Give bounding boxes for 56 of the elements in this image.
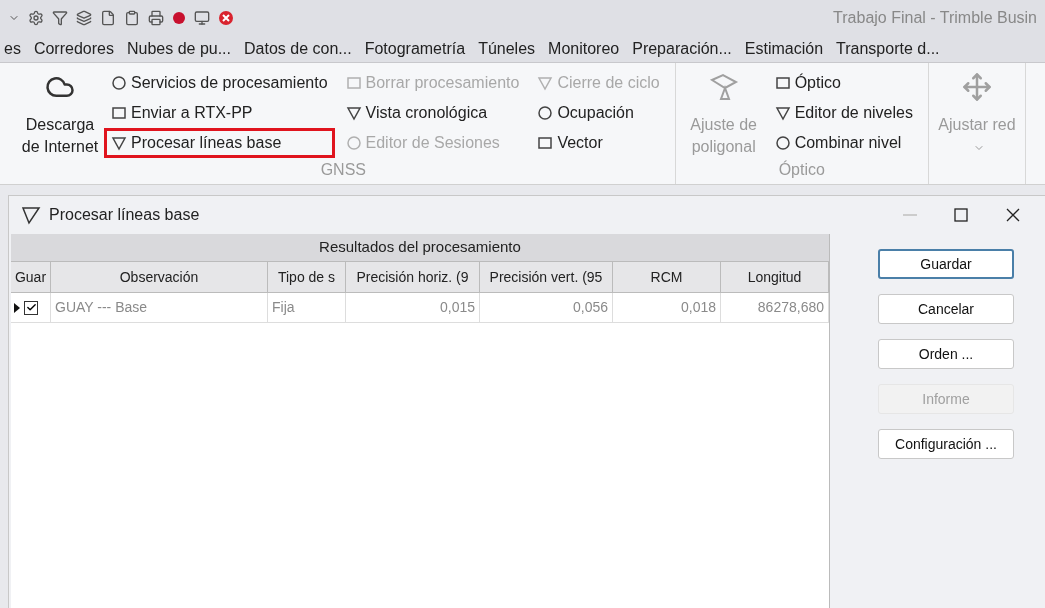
dialog-title: Procesar líneas base: [49, 205, 200, 225]
group-label: Óptico: [778, 159, 825, 180]
table-cell: 0,056: [480, 293, 613, 322]
column-header[interactable]: Observación: [51, 262, 268, 292]
menu-tab[interactable]: Fotogrametría: [364, 36, 466, 61]
table-cell: 0,015: [346, 293, 480, 322]
ribbon-button[interactable]: Servicios de procesamiento: [104, 68, 335, 98]
dialog-button[interactable]: Guardar: [878, 249, 1014, 279]
close-circle-icon: [218, 9, 234, 26]
dialog-button[interactable]: Configuración ...: [878, 429, 1014, 459]
menu-tab[interactable]: Datos de con...: [244, 36, 352, 61]
menu-tab[interactable]: Preparación...: [632, 36, 732, 61]
ribbon-button[interactable]: Vista cronológica: [338, 98, 527, 128]
column-header[interactable]: Longitud: [721, 262, 829, 292]
dialog-button[interactable]: Orden ...: [878, 339, 1014, 369]
ribbon-button[interactable]: Óptico: [767, 68, 920, 98]
menu-tab[interactable]: Transporte d...: [836, 36, 940, 61]
ribbon-button[interactable]: Procesar líneas base: [104, 128, 335, 158]
filter-icon: [52, 9, 68, 26]
group-label: GNSS: [320, 160, 366, 180]
ribbon-button[interactable]: Enviar a RTX-PP: [104, 98, 335, 128]
table-cell: Fija: [268, 293, 346, 322]
ribbon-button[interactable]: Ocupación: [530, 98, 667, 128]
ribbon-button[interactable]: Vector: [530, 128, 667, 158]
clipboard-icon: [124, 9, 140, 26]
menu-tab[interactable]: Túneles: [478, 36, 536, 61]
minimize-icon: [903, 214, 917, 216]
column-header[interactable]: Precisión horiz. (9: [346, 262, 480, 292]
table-cell: 86278,680: [721, 293, 829, 322]
menu-tab[interactable]: es: [4, 36, 21, 61]
window-title: Trabajo Final - Trimble Busin: [833, 7, 1037, 28]
ribbon-large-button[interactable]: Descarga de Internet: [20, 68, 100, 158]
monitor-icon: [194, 9, 210, 26]
group-header: Resultados del procesamiento: [11, 234, 829, 262]
table-cell: 0,018: [613, 293, 721, 322]
menu-tab[interactable]: Nubes de pu...: [126, 36, 231, 61]
menu-tab[interactable]: Corredores: [33, 36, 114, 61]
layers-icon: [76, 9, 92, 26]
close-icon: [1005, 207, 1021, 223]
maximize-icon: [953, 207, 969, 223]
dialog-button[interactable]: Cancelar: [878, 294, 1014, 324]
menu-tab[interactable]: Estimación: [744, 36, 824, 61]
ribbon-button[interactable]: Combinar nivel: [767, 128, 920, 158]
document-icon: [100, 9, 116, 26]
record-icon: [172, 10, 186, 25]
menu-tab[interactable]: Monitoreo: [548, 36, 620, 61]
column-header[interactable]: Tipo de s: [268, 262, 346, 292]
column-header[interactable]: RCM: [613, 262, 721, 292]
table-cell: GUAY --- Base: [51, 293, 268, 322]
printer-icon: [148, 9, 164, 26]
triangle-icon: [21, 205, 41, 225]
column-header[interactable]: Precisión vert. (95: [480, 262, 613, 292]
gear-icon: [28, 9, 44, 26]
ribbon-button[interactable]: Editor de niveles: [767, 98, 920, 128]
checkbox[interactable]: [24, 300, 38, 315]
column-header[interactable]: Guar: [11, 262, 51, 292]
